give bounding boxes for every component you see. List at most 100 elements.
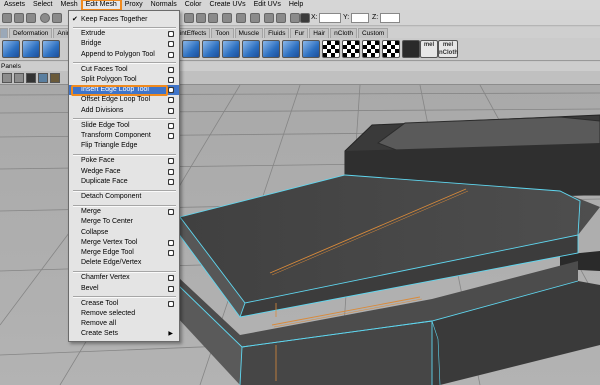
- menu-item-duplicate-face[interactable]: Duplicate Face: [69, 177, 179, 187]
- extrude-icon[interactable]: [282, 40, 300, 58]
- smooth-icon[interactable]: [262, 40, 280, 58]
- poly-cylinder-icon[interactable]: [42, 40, 60, 58]
- planar-map-icon[interactable]: [342, 40, 360, 58]
- menu-item-flip-triangle-edge[interactable]: Flip Triangle Edge: [69, 141, 179, 151]
- menu-help[interactable]: Help: [285, 0, 307, 10]
- option-box-icon[interactable]: [168, 285, 174, 292]
- render-settings-icon[interactable]: [208, 13, 218, 23]
- option-box-icon[interactable]: [168, 133, 174, 139]
- menu-item-collapse[interactable]: Collapse: [69, 228, 179, 238]
- camera-icon[interactable]: [290, 13, 300, 23]
- tab-hair[interactable]: Hair: [309, 28, 330, 38]
- menu-item-remove-all[interactable]: Remove all: [69, 319, 179, 329]
- menu-item-add-divisions[interactable]: Add Divisions: [69, 106, 179, 116]
- menu-item-delete-edge-vertex[interactable]: Delete Edge/Vertex: [69, 258, 179, 268]
- option-box-icon[interactable]: [168, 97, 174, 104]
- new-scene-icon[interactable]: [2, 13, 12, 23]
- option-box-icon[interactable]: [168, 122, 174, 129]
- menu-normals[interactable]: Normals: [147, 0, 181, 10]
- menu-item-append-to-polygon-tool[interactable]: Append to Polygon Tool: [69, 50, 179, 60]
- tab-fur[interactable]: Fur: [290, 28, 309, 38]
- option-box-icon[interactable]: [168, 77, 174, 83]
- snap-icon[interactable]: [40, 13, 50, 23]
- tab-muscle[interactable]: Muscle: [234, 28, 264, 38]
- uv-map-icon[interactable]: [322, 40, 340, 58]
- x-field[interactable]: [319, 13, 341, 23]
- uv-editor-icon[interactable]: [402, 40, 420, 58]
- y-field[interactable]: [351, 13, 369, 23]
- menu-item-cut-faces-tool[interactable]: Cut Faces Tool: [69, 65, 179, 75]
- option-box-icon[interactable]: [168, 239, 174, 246]
- panels-menu[interactable]: Panels: [1, 62, 21, 71]
- menu-item-offset-edge-loop-tool[interactable]: Offset Edge Loop Tool: [69, 95, 179, 105]
- spherical-map-icon[interactable]: [382, 40, 400, 58]
- option-box-icon[interactable]: [168, 66, 174, 73]
- tab-deformation[interactable]: Deformation: [9, 28, 53, 38]
- shading-icon[interactable]: [50, 73, 60, 83]
- menu-item-extrude[interactable]: Extrude: [69, 29, 179, 39]
- option-box-icon[interactable]: [168, 300, 174, 307]
- option-box-icon[interactable]: [168, 41, 174, 48]
- menu-edit-mesh[interactable]: Edit Mesh: [80, 0, 122, 11]
- option-box-icon[interactable]: [168, 158, 174, 165]
- menu-item-bevel[interactable]: Bevel: [69, 284, 179, 294]
- poly-plane-icon[interactable]: [202, 40, 220, 58]
- menu-item-poke-face[interactable]: Poke Face: [69, 156, 179, 166]
- render-icon[interactable]: [184, 13, 194, 23]
- menu-item-crease-tool[interactable]: Crease Tool: [69, 299, 179, 309]
- camera-lock-icon[interactable]: [14, 73, 24, 83]
- menu-item-remove-selected[interactable]: Remove selected: [69, 309, 179, 319]
- menu-item-create-sets[interactable]: Create Sets ▶: [69, 329, 179, 339]
- menu-item-bridge[interactable]: Bridge: [69, 39, 179, 49]
- transform-mode-icon[interactable]: [300, 13, 310, 23]
- bridge-icon[interactable]: [302, 40, 320, 58]
- menu-item-slide-edge-tool[interactable]: Slide Edge Tool: [69, 121, 179, 131]
- separate-icon[interactable]: [242, 40, 260, 58]
- menu-select[interactable]: Select: [29, 0, 56, 10]
- highlight-selection-icon[interactable]: [250, 13, 260, 23]
- lock-selection-icon[interactable]: [236, 13, 246, 23]
- option-box-icon[interactable]: [168, 250, 174, 256]
- save-scene-icon[interactable]: [26, 13, 36, 23]
- menu-item-split-polygon-tool[interactable]: Split Polygon Tool: [69, 75, 179, 85]
- menu-item-merge[interactable]: Merge: [69, 207, 179, 217]
- tab-ncloth[interactable]: nCloth: [330, 28, 357, 38]
- absolute-transform-icon[interactable]: [264, 13, 274, 23]
- menu-item-merge-to-center[interactable]: Merge To Center: [69, 217, 179, 227]
- option-box-icon[interactable]: [168, 275, 174, 282]
- option-box-icon[interactable]: [168, 168, 174, 175]
- menu-item-transform-component[interactable]: Transform Component: [69, 131, 179, 141]
- menu-assets[interactable]: Assets: [0, 0, 29, 10]
- menu-color[interactable]: Color: [181, 0, 206, 10]
- cylindrical-map-icon[interactable]: [362, 40, 380, 58]
- ncloth-script-icon[interactable]: mel nCloth: [438, 40, 458, 58]
- shelf-tab-menu-icon[interactable]: [0, 28, 8, 38]
- menu-edit-uvs[interactable]: Edit UVs: [250, 0, 285, 10]
- poly-cone-icon[interactable]: [182, 40, 200, 58]
- z-field[interactable]: [380, 13, 400, 23]
- select-mode-icon[interactable]: [52, 13, 62, 23]
- menu-item-merge-vertex-tool[interactable]: Merge Vertex Tool: [69, 238, 179, 248]
- menu-item-detach-component[interactable]: Detach Component: [69, 192, 179, 202]
- tab-custom[interactable]: Custom: [357, 28, 389, 38]
- menu-create-uvs[interactable]: Create UVs: [205, 0, 249, 10]
- poly-cube-icon[interactable]: [2, 40, 20, 58]
- menu-item-insert-edge-loop-tool[interactable]: Insert Edge Loop Tool: [69, 85, 179, 96]
- combine-icon[interactable]: [222, 40, 240, 58]
- tab-fluids[interactable]: Fluids: [264, 28, 290, 38]
- option-box-icon[interactable]: [168, 51, 174, 58]
- mel-script-icon[interactable]: mel: [420, 40, 438, 58]
- option-box-icon[interactable]: [168, 107, 174, 114]
- option-box-icon[interactable]: [168, 178, 174, 185]
- menu-mesh[interactable]: Mesh: [56, 0, 81, 10]
- open-scene-icon[interactable]: [14, 13, 24, 23]
- option-box-icon[interactable]: [168, 209, 174, 216]
- grid-toggle-icon[interactable]: [38, 73, 48, 83]
- film-gate-icon[interactable]: [26, 73, 36, 83]
- tab-toon[interactable]: Toon: [211, 28, 234, 38]
- relative-transform-icon[interactable]: [276, 13, 286, 23]
- menu-item-keep-faces-together[interactable]: ✔ Keep Faces Together: [69, 15, 179, 25]
- option-box-icon[interactable]: [168, 31, 174, 38]
- ipr-render-icon[interactable]: [196, 13, 206, 23]
- poly-sphere-icon[interactable]: [22, 40, 40, 58]
